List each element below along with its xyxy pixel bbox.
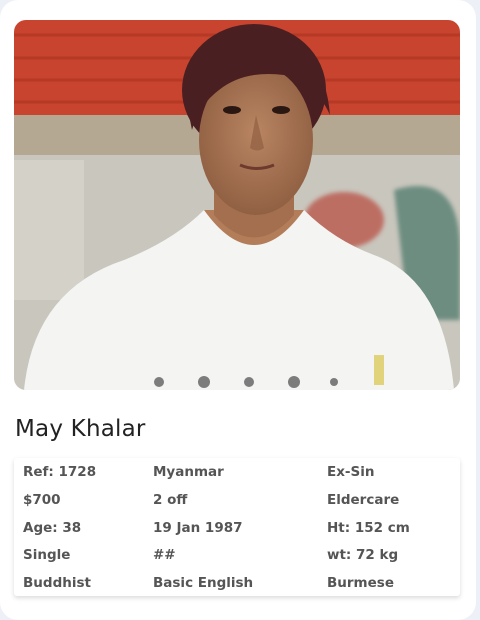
profile-photo [14,20,460,390]
height: Ht: 152 cm [327,520,410,536]
experience: Ex-Sin [327,464,375,480]
profile-card[interactable]: May Khalar Ref: 1728 $700 Age: 38 Single… [0,0,476,620]
profile-photo-image [14,20,460,390]
skill: Eldercare [327,492,400,508]
profile-name: May Khalar [15,416,146,442]
age: Age: 38 [23,520,82,536]
children: ## [153,547,176,563]
nationality: Myanmar [153,464,224,480]
details-table: Ref: 1728 $700 Age: 38 Single Buddhist M… [14,458,460,596]
marital-status: Single [23,547,71,563]
salary: $700 [23,492,61,508]
english-level: Basic English [153,575,254,591]
date-of-birth: 19 Jan 1987 [153,520,243,536]
religion: Buddhist [23,575,91,591]
days-off: 2 off [153,492,188,508]
weight: wt: 72 kg [327,547,399,563]
language: Burmese [327,575,394,591]
ref-number: Ref: 1728 [23,464,97,480]
